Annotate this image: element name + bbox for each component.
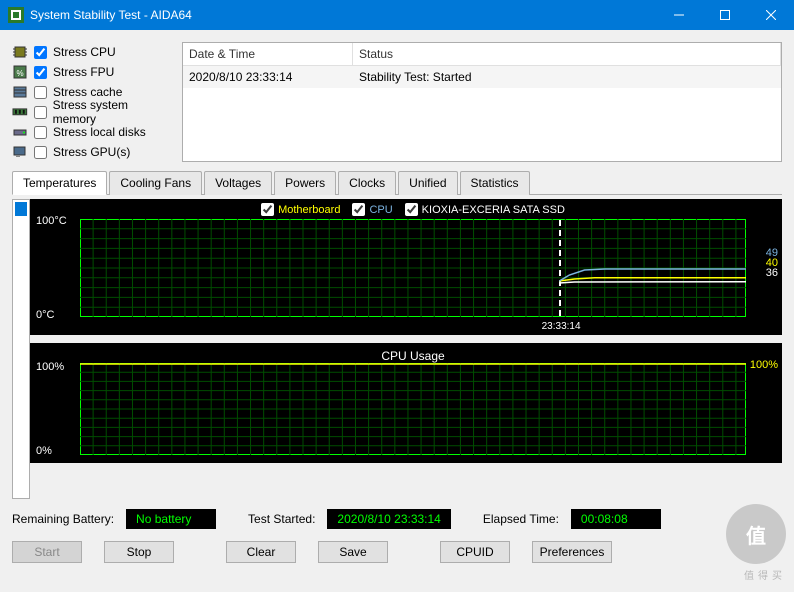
button-bar: Start Stop Clear Save CPUID Preferences xyxy=(12,541,782,563)
legend-ssd-checkbox[interactable] xyxy=(405,203,418,216)
cpu-icon xyxy=(12,44,28,60)
disk-icon xyxy=(12,124,28,140)
chart-tabs: Temperatures Cooling Fans Voltages Power… xyxy=(12,170,782,195)
started-label: Test Started: xyxy=(248,512,315,526)
stress-fpu-label[interactable]: Stress FPU xyxy=(53,65,114,79)
legend-motherboard-checkbox[interactable] xyxy=(261,203,274,216)
tab-powers[interactable]: Powers xyxy=(274,171,336,195)
stress-cpu-label[interactable]: Stress CPU xyxy=(53,45,116,59)
legend-cpu-checkbox[interactable] xyxy=(352,203,365,216)
stress-memory-checkbox[interactable] xyxy=(34,106,47,119)
maximize-button[interactable] xyxy=(702,0,748,30)
svg-text:%: % xyxy=(16,69,23,78)
log-header: Date & Time Status xyxy=(183,43,781,66)
tab-voltages[interactable]: Voltages xyxy=(204,171,272,195)
cpu-y-bottom: 0% xyxy=(36,445,52,457)
stress-cpu-row: Stress CPU xyxy=(12,42,172,62)
stress-memory-label[interactable]: Stress system memory xyxy=(53,98,172,126)
cpu-plot xyxy=(80,363,746,455)
stress-gpu-row: Stress GPU(s) xyxy=(12,142,172,162)
event-log[interactable]: Date & Time Status 2020/8/10 23:33:14 St… xyxy=(182,42,782,162)
clear-button[interactable]: Clear xyxy=(226,541,296,563)
log-header-status[interactable]: Status xyxy=(353,43,781,65)
log-cell-datetime: 2020/8/10 23:33:14 xyxy=(183,66,353,88)
stress-fpu-checkbox[interactable] xyxy=(34,66,47,79)
status-bar: Remaining Battery: No battery Test Start… xyxy=(12,509,782,529)
stress-disk-checkbox[interactable] xyxy=(34,126,47,139)
tab-cooling-fans[interactable]: Cooling Fans xyxy=(109,171,202,195)
minimize-button[interactable] xyxy=(656,0,702,30)
legend-motherboard[interactable]: Motherboard xyxy=(261,203,340,216)
tab-statistics[interactable]: Statistics xyxy=(460,171,530,195)
temperature-chart: Motherboard CPU KIOXIA-EXCERIA SATA SSD … xyxy=(30,199,782,335)
tab-clocks[interactable]: Clocks xyxy=(338,171,396,195)
stress-gpu-checkbox[interactable] xyxy=(34,146,47,159)
legend-cpu[interactable]: CPU xyxy=(352,203,392,216)
cpu-usage-chart: CPU Usage 100% 0% 100% xyxy=(30,343,782,463)
stress-fpu-row: % Stress FPU xyxy=(12,62,172,82)
stress-options: Stress CPU % Stress FPU Stress cache Str… xyxy=(12,42,172,162)
app-icon xyxy=(8,7,24,23)
gpu-icon xyxy=(12,144,28,160)
time-marker-label: 23:33:14 xyxy=(542,321,581,332)
temp-y-top: 100°C xyxy=(36,215,67,227)
save-button[interactable]: Save xyxy=(318,541,388,563)
stop-button[interactable]: Stop xyxy=(104,541,174,563)
started-value: 2020/8/10 23:33:14 xyxy=(327,509,450,529)
preferences-button[interactable]: Preferences xyxy=(532,541,612,563)
battery-value: No battery xyxy=(126,509,216,529)
sensor-selected[interactable] xyxy=(15,202,27,216)
stress-cache-checkbox[interactable] xyxy=(34,86,47,99)
cpu-value-label: 100% xyxy=(750,359,778,371)
stress-gpu-label[interactable]: Stress GPU(s) xyxy=(53,145,130,159)
cpuid-button[interactable]: CPUID xyxy=(440,541,510,563)
cpu-y-top: 100% xyxy=(36,361,64,373)
start-button: Start xyxy=(12,541,82,563)
temp-plot xyxy=(80,219,746,317)
tab-temperatures[interactable]: Temperatures xyxy=(12,171,107,195)
elapsed-value: 00:08:08 xyxy=(571,509,661,529)
memory-icon xyxy=(12,104,28,120)
elapsed-label: Elapsed Time: xyxy=(483,512,559,526)
window-title: System Stability Test - AIDA64 xyxy=(30,8,192,22)
log-header-datetime[interactable]: Date & Time xyxy=(183,43,353,65)
close-button[interactable] xyxy=(748,0,794,30)
tab-unified[interactable]: Unified xyxy=(398,171,457,195)
temp-value-ssd: 36 xyxy=(766,267,778,279)
stress-disk-label[interactable]: Stress local disks xyxy=(53,125,146,139)
stress-cache-label[interactable]: Stress cache xyxy=(53,85,122,99)
stress-cpu-checkbox[interactable] xyxy=(34,46,47,59)
stress-memory-row: Stress system memory xyxy=(12,102,172,122)
log-row[interactable]: 2020/8/10 23:33:14 Stability Test: Start… xyxy=(183,66,781,88)
fpu-icon: % xyxy=(12,64,28,80)
titlebar[interactable]: System Stability Test - AIDA64 xyxy=(0,0,794,30)
sensor-selector[interactable] xyxy=(12,199,30,499)
temp-y-bottom: 0°C xyxy=(36,309,54,321)
legend-ssd[interactable]: KIOXIA-EXCERIA SATA SSD xyxy=(405,203,565,216)
battery-label: Remaining Battery: xyxy=(12,512,114,526)
log-cell-status: Stability Test: Started xyxy=(353,66,781,88)
cache-icon xyxy=(12,84,28,100)
